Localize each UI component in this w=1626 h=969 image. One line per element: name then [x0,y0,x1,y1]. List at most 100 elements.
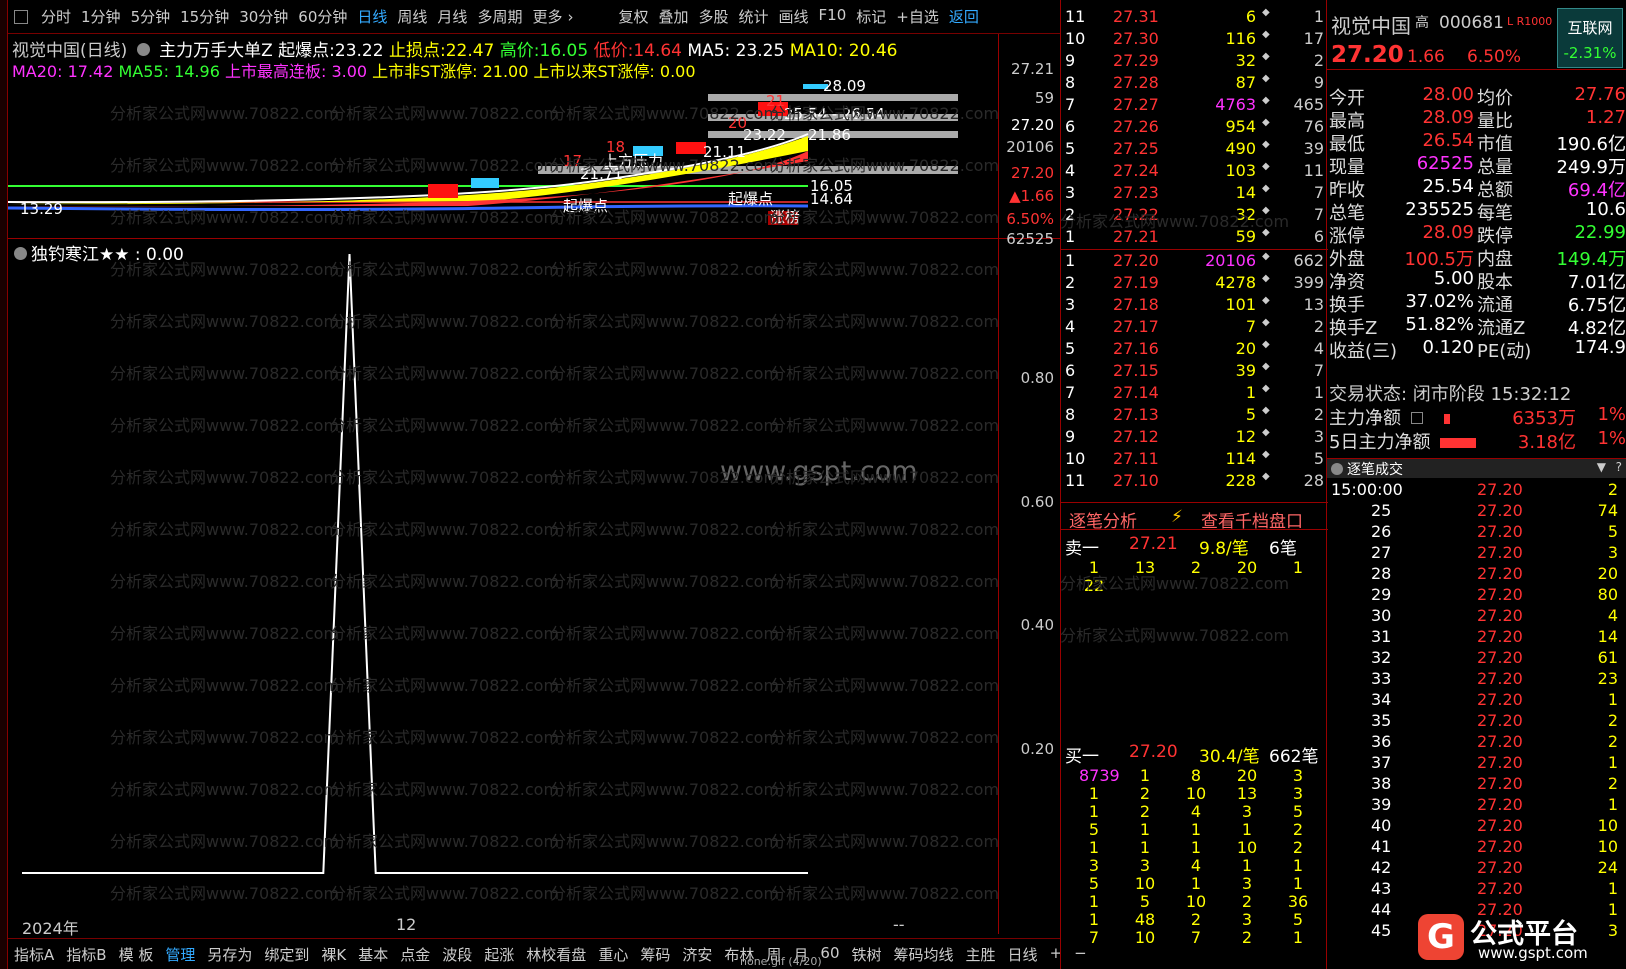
ask-row[interactable]: 10 27.30 116 ◆ 17 [1061,28,1328,50]
bid-row[interactable]: 11 27.10 228 ◆ 28 [1061,470,1328,492]
kline-chart[interactable]: 28.0925.54 - 26.5421.8623.2221.1116.0514… [8,56,998,238]
tick-price: 27.20 [1477,837,1523,856]
price-pct: 6.50% [1467,47,1522,67]
period-tab[interactable]: 15分钟 [175,6,234,27]
tool-button[interactable]: 统计 [734,6,774,27]
tool-button[interactable]: 标记 [851,6,891,27]
indicator-tab[interactable]: 模 板 [113,944,160,965]
toolbar-more-chevron-icon[interactable]: › [567,8,573,26]
bid-row[interactable]: 3 27.18 101 ◆ 13 [1061,294,1328,316]
ask-row[interactable]: 2 27.22 32 ◆ 7 [1061,204,1328,226]
stat-key: 总笔 [1329,203,1365,224]
bid-row[interactable]: 10 27.11 114 ◆ 5 [1061,448,1328,470]
ask-row[interactable]: 9 27.29 32 ◆ 2 [1061,50,1328,72]
indicator-tab[interactable]: 济安 [676,944,718,965]
indicator-tab[interactable]: 铁树 [846,944,888,965]
help-icon[interactable]: ? [1616,460,1622,474]
main5-net-value: 3.18亿 [1517,432,1576,453]
tool-button[interactable]: 复权 [613,6,653,27]
settings-circle-icon[interactable] [136,43,150,56]
collapse-circle-icon[interactable] [1331,463,1343,475]
ask-row[interactable]: 8 27.28 87 ◆ 9 [1061,72,1328,94]
ask-volume: 14 [1235,183,1256,202]
tool-button[interactable]: F10 [814,6,852,27]
period-tab[interactable]: 30分钟 [234,6,293,27]
doc-icon[interactable] [1410,412,1423,424]
indicator-tab[interactable]: 起涨 [478,944,520,965]
indicator-tab[interactable]: 筹码 [634,944,676,965]
diamond-icon: ◆ [1262,361,1270,372]
period-tab[interactable]: 分时 [36,6,76,27]
tick-price: 27.20 [1477,774,1523,793]
period-tab[interactable]: 月线 [432,6,472,27]
period-tab[interactable]: 5分钟 [126,6,176,27]
ask-row[interactable]: 1 27.21 59 ◆ 6 [1061,226,1328,248]
indicator-chart[interactable] [8,240,998,920]
sector-box[interactable]: 互联网 -2.31% [1557,8,1623,68]
tab-tick-analysis[interactable]: 逐笔分析 [1069,507,1137,532]
period-tab[interactable]: 1分钟 [76,6,126,27]
bid-row[interactable]: 9 27.12 12 ◆ 3 [1061,426,1328,448]
queue-cell: 1 [1139,766,1151,785]
diamond-icon: ◆ [1262,95,1270,106]
ask-price: 27.21 [1113,227,1159,246]
tick-time: 27 [1371,543,1392,562]
tool-button[interactable]: 叠加 [653,6,693,27]
indicator-tab[interactable]: 点金 [394,944,436,965]
tick-price: 27.20 [1477,669,1523,688]
indicator-tab[interactable]: 主胜 [960,944,1002,965]
back-button[interactable]: 返回 [944,6,984,27]
diamond-icon: ◆ [1262,227,1270,238]
diamond-icon: ◆ [1262,51,1270,62]
bid-row[interactable]: 8 27.13 5 ◆ 2 [1061,404,1328,426]
period-tab[interactable]: 60分钟 [293,6,352,27]
tool-button[interactable]: 画线 [774,6,814,27]
bid-row[interactable]: 4 27.17 7 ◆ 2 [1061,316,1328,338]
queue-cell: 3 [1292,784,1304,803]
tick-row: 31 27.20 14 [1327,627,1626,648]
bid-row[interactable]: 1 27.20 20106 ◆ 662 [1061,250,1328,272]
bid-price: 27.16 [1113,339,1159,358]
indicator-tab[interactable]: 重心 [592,944,634,965]
period-tab[interactable]: 周线 [392,6,432,27]
queue-cell: 1 [1139,838,1151,857]
ask-row[interactable]: 5 27.25 490 ◆ 39 [1061,138,1328,160]
ask-row[interactable]: 3 27.23 14 ◆ 7 [1061,182,1328,204]
tool-button[interactable]: +自选 [891,6,944,27]
ask-row[interactable]: 4 27.24 103 ◆ 11 [1061,160,1328,182]
indicator-tab[interactable]: 绑定到 [258,944,315,965]
indicator-tab[interactable]: 裸K [315,944,352,965]
queue-cell: 36 [1287,892,1309,911]
ticks-header[interactable]: 逐笔成交 ▼ ? [1327,458,1626,478]
bid-row[interactable]: 6 27.15 39 ◆ 7 [1061,360,1328,382]
indicator-tab[interactable]: 指标B [60,944,112,965]
layout-toggle-icon[interactable] [14,9,28,24]
indicator-tab[interactable]: 筹码均线 [888,944,960,965]
indicator-tab[interactable]: 波段 [436,944,478,965]
ask-row[interactable]: 11 27.31 6 ◆ 1 [1061,6,1328,28]
bottom-right-button[interactable]: 日线 [1002,944,1044,965]
tool-button[interactable]: 多股 [694,6,734,27]
stat-value: 22.99 [1574,222,1626,243]
period-tab[interactable]: 多周期 [472,6,527,27]
indicator-tab[interactable]: 指标A [8,944,60,965]
ask-row[interactable]: 6 27.26 954 ◆ 76 [1061,116,1328,138]
bid-row[interactable]: 5 27.16 20 ◆ 4 [1061,338,1328,360]
filter-icon[interactable]: ▼ [1597,460,1606,474]
bid-row[interactable]: 2 27.19 4278 ◆ 399 [1061,272,1328,294]
quote-stat-left: 净资 5.00 [1329,268,1474,293]
buy1-count: 662笔 [1269,747,1319,767]
indicator-tab[interactable]: 林校看盘 [520,944,592,965]
tab-depth-view[interactable]: 查看千档盘口 [1201,507,1303,532]
diamond-icon: ◆ [1262,383,1270,394]
indicator-tab[interactable]: 另存为 [201,944,258,965]
indicator-tab[interactable]: 管理 [159,944,201,965]
bid-row[interactable]: 7 27.14 1 ◆ 1 [1061,382,1328,404]
stat-key: 收益(三) [1329,341,1398,362]
bid-level: 10 [1065,449,1086,468]
period-tab[interactable]: 日线 [352,6,392,27]
indicator-tab[interactable]: 基本 [352,944,394,965]
ask-row[interactable]: 7 27.27 4763 ◆ 465 [1061,94,1328,116]
period-tab[interactable]: 更多 [527,6,567,27]
time-year: 2024年 [22,919,79,938]
